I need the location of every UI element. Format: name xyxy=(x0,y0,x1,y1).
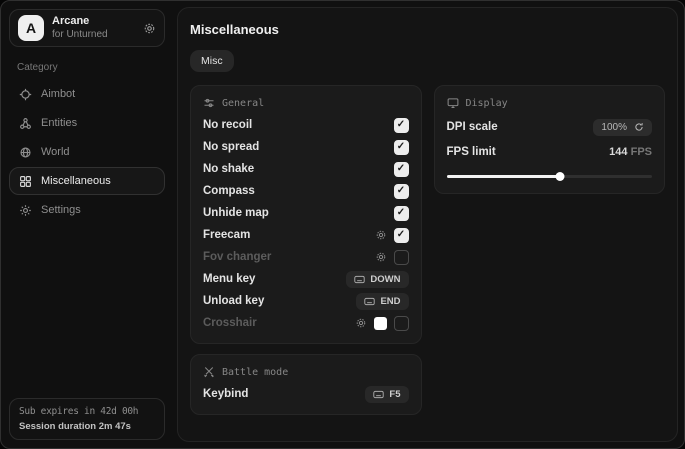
fps-slider-fill xyxy=(447,175,560,178)
setting-row-crosshair: Crosshair xyxy=(203,312,409,334)
sidebar-item-world[interactable]: World xyxy=(9,138,165,166)
sidebar-item-settings[interactable]: Settings xyxy=(9,196,165,224)
setting-row-no-recoil: No recoil xyxy=(203,114,409,136)
category-label: Category xyxy=(17,62,157,73)
entities-icon xyxy=(19,117,32,130)
dpi-scale-value: 100% xyxy=(601,122,627,133)
sidebar-item-label: Aimbot xyxy=(41,88,75,100)
general-card: General No recoil No spread No shake xyxy=(190,85,422,344)
keyboard-icon xyxy=(354,275,365,284)
sidebar-header: A Arcane for Unturned xyxy=(9,9,165,47)
display-card: Display DPI scale 100% xyxy=(434,85,666,194)
freecam-checkbox[interactable] xyxy=(394,228,409,243)
tab-misc[interactable]: Misc xyxy=(190,50,234,72)
setting-row-no-shake: No shake xyxy=(203,158,409,180)
fps-slider-handle[interactable] xyxy=(555,172,564,181)
compass-checkbox[interactable] xyxy=(394,184,409,199)
battle-mode-card: Battle mode Keybind F5 xyxy=(190,354,422,415)
setting-row-unhide-map: Unhide map xyxy=(203,202,409,224)
sidebar-item-label: Miscellaneous xyxy=(41,175,111,187)
crosshair-gear-icon[interactable] xyxy=(355,317,367,329)
setting-row-battle-keybind: Keybind F5 xyxy=(203,383,409,405)
setting-row-fov-changer: Fov changer xyxy=(203,246,409,268)
swords-icon xyxy=(203,366,215,378)
battle-mode-card-title: Battle mode xyxy=(222,367,288,378)
setting-row-unload-key: Unload key END xyxy=(203,290,409,312)
sidebar-item-label: Entities xyxy=(41,117,77,129)
setting-row-no-spread: No spread xyxy=(203,136,409,158)
setting-label: Unhide map xyxy=(203,207,269,219)
fps-limit-value: 144 FPS xyxy=(609,146,652,158)
setting-row-menu-key: Menu key DOWN xyxy=(203,268,409,290)
header-gear-icon[interactable] xyxy=(143,22,156,35)
subscription-status-card: Sub expires in 42d 00h Session duration … xyxy=(9,398,165,440)
crosshair-color-swatch[interactable] xyxy=(374,317,387,330)
monitor-icon xyxy=(447,97,459,109)
unhide-map-checkbox[interactable] xyxy=(394,206,409,221)
app-name: Arcane xyxy=(52,15,108,28)
setting-label: Compass xyxy=(203,185,255,197)
setting-row-fps-limit: FPS limit 144 FPS xyxy=(447,140,653,164)
no-shake-checkbox[interactable] xyxy=(394,162,409,177)
main-panel: Miscellaneous Misc General No recoil xyxy=(177,7,678,442)
setting-label: Freecam xyxy=(203,229,250,241)
globe-icon xyxy=(19,146,32,159)
freecam-gear-icon[interactable] xyxy=(375,229,387,241)
setting-label: Crosshair xyxy=(203,317,257,329)
crosshair-icon xyxy=(19,88,32,101)
fov-changer-checkbox[interactable] xyxy=(394,250,409,265)
no-spread-checkbox[interactable] xyxy=(394,140,409,155)
unload-key-value: END xyxy=(380,296,400,307)
setting-row-freecam: Freecam xyxy=(203,224,409,246)
gear-icon xyxy=(19,204,32,217)
sidebar-item-aimbot[interactable]: Aimbot xyxy=(9,80,165,108)
setting-label: No spread xyxy=(203,141,259,153)
setting-label: No recoil xyxy=(203,119,252,131)
general-card-title: General xyxy=(222,98,264,109)
setting-label: DPI scale xyxy=(447,121,498,133)
sliders-icon xyxy=(203,97,215,109)
fps-limit-slider[interactable] xyxy=(447,171,653,181)
grid-icon xyxy=(19,175,32,188)
display-card-title: Display xyxy=(466,98,508,109)
battle-keybind-button[interactable]: F5 xyxy=(365,386,408,403)
app-window: A Arcane for Unturned Category Aimbot xyxy=(0,0,685,449)
setting-label: FPS limit xyxy=(447,146,496,158)
fov-changer-gear-icon[interactable] xyxy=(375,251,387,263)
menu-key-value: DOWN xyxy=(370,274,400,285)
app-subtitle: for Unturned xyxy=(52,29,108,41)
sub-expires-text: Sub expires in 42d 00h xyxy=(19,406,155,417)
setting-label: No shake xyxy=(203,163,254,175)
setting-label: Keybind xyxy=(203,388,248,400)
sidebar-item-miscellaneous[interactable]: Miscellaneous xyxy=(9,167,165,195)
sidebar: A Arcane for Unturned Category Aimbot xyxy=(1,1,173,448)
sidebar-item-label: Settings xyxy=(41,204,81,216)
crosshair-checkbox[interactable] xyxy=(394,316,409,331)
setting-label: Menu key xyxy=(203,273,255,285)
session-duration-text: Session duration 2m 47s xyxy=(19,421,155,432)
no-recoil-checkbox[interactable] xyxy=(394,118,409,133)
page-title: Miscellaneous xyxy=(190,22,665,37)
setting-label: Unload key xyxy=(203,295,264,307)
setting-label: Fov changer xyxy=(203,251,271,263)
dpi-scale-button[interactable]: 100% xyxy=(593,119,652,136)
battle-keybind-value: F5 xyxy=(389,389,400,400)
sidebar-item-entities[interactable]: Entities xyxy=(9,109,165,137)
keyboard-icon xyxy=(373,390,384,399)
setting-row-compass: Compass xyxy=(203,180,409,202)
refresh-icon xyxy=(634,122,644,132)
setting-row-dpi-scale: DPI scale 100% xyxy=(447,114,653,140)
keyboard-icon xyxy=(364,297,375,306)
menu-key-keybind-button[interactable]: DOWN xyxy=(346,271,408,288)
app-avatar: A xyxy=(18,15,44,41)
unload-key-keybind-button[interactable]: END xyxy=(356,293,408,310)
sidebar-item-label: World xyxy=(41,146,70,158)
